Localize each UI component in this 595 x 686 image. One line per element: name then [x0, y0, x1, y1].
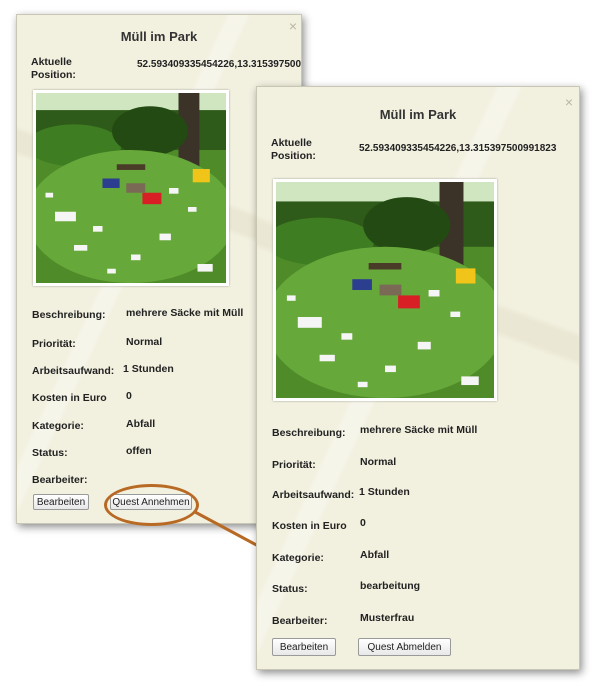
edit-button[interactable]: Bearbeiten [272, 638, 336, 656]
leave-quest-button[interactable]: Quest Abmelden [358, 638, 451, 656]
position-label: Aktuelle Position: [271, 137, 316, 162]
popup-title: Müll im Park [379, 107, 457, 122]
trash-photo [273, 179, 497, 401]
position-value: 52.593409335454226,13.315397500991823 [359, 143, 557, 154]
quest-popup-after: × Müll im Park Aktuelle Position: 52.593… [256, 86, 580, 670]
